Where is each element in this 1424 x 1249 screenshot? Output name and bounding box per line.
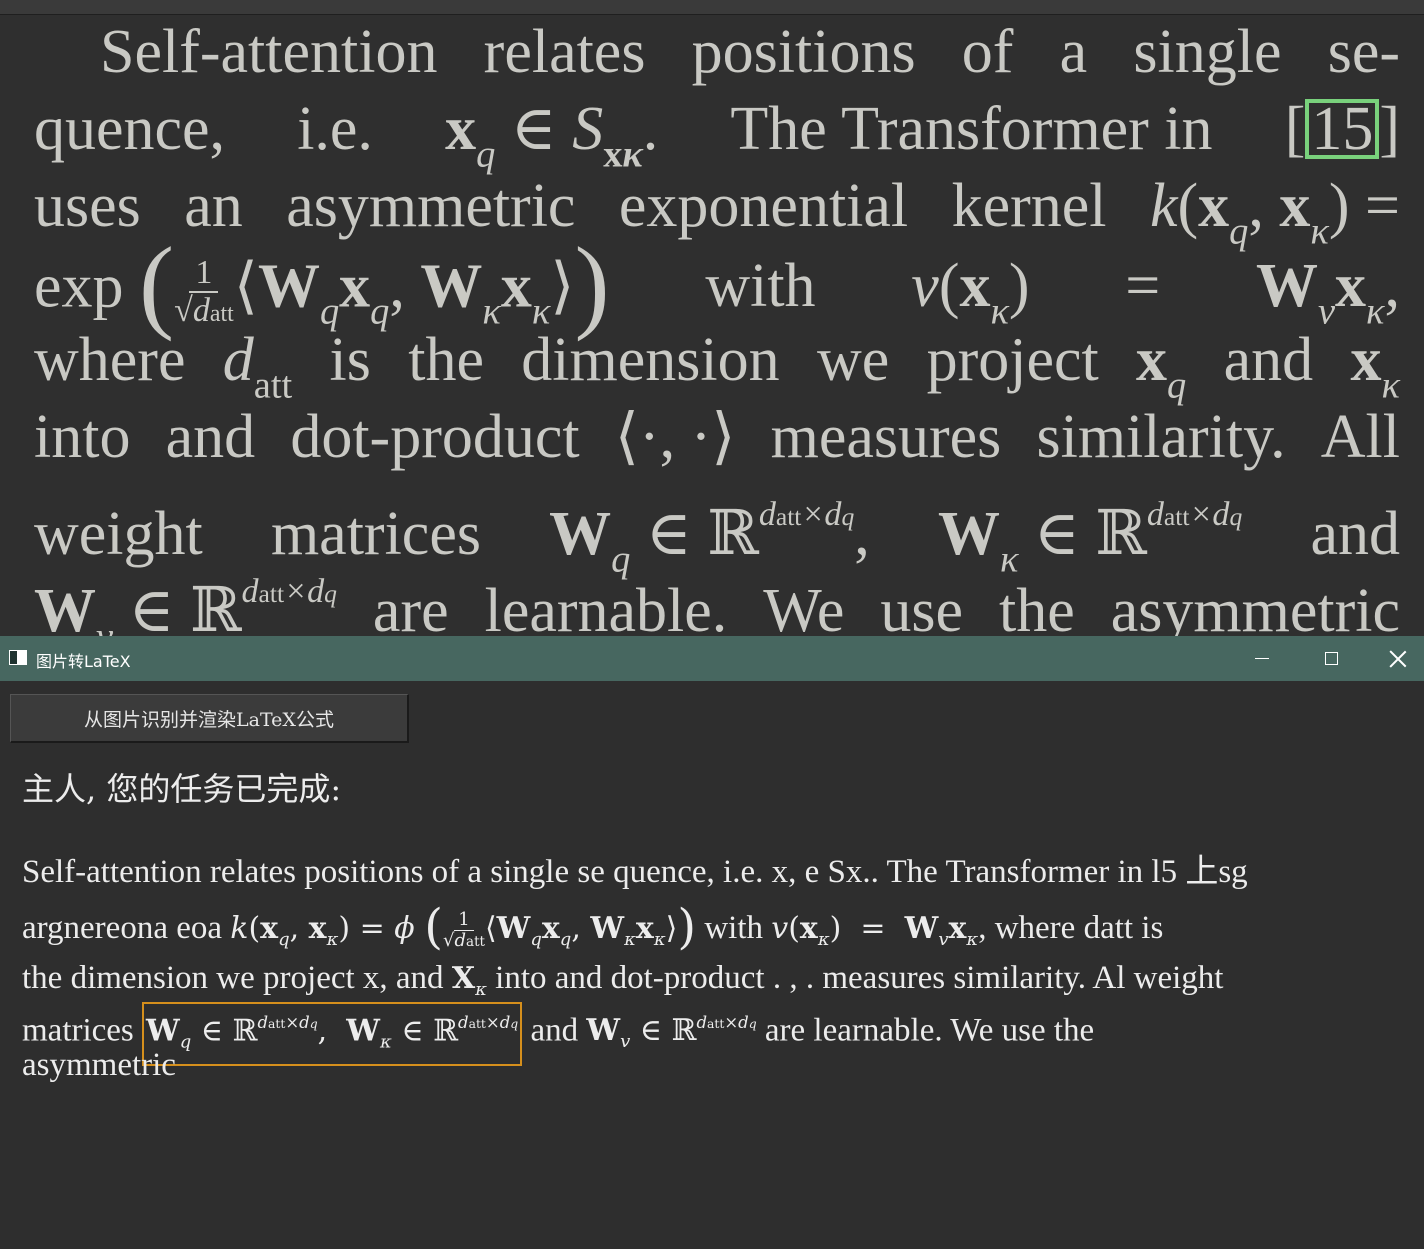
pdf-viewer: Self-attention relates positions of a si…: [0, 0, 1424, 636]
close-icon: [1389, 650, 1407, 668]
word: are: [372, 576, 449, 636]
citation-highlight-box[interactable]: 15: [1305, 98, 1380, 160]
minimize-button[interactable]: [1232, 636, 1292, 681]
recognize-latex-button[interactable]: 从图片识别并渲染LaTeX公式: [10, 694, 409, 743]
word: exponential: [618, 172, 909, 240]
result-text-span: are learnable. We use the: [764, 1012, 1095, 1049]
word: relates: [483, 18, 646, 86]
word: dimension: [521, 326, 780, 394]
maximize-button[interactable]: [1301, 636, 1361, 681]
result-line-4: matrices Wq ∈ ℝdatt×dq, Wκ ∈ ℝdatt×dq an…: [22, 1001, 1392, 1066]
word: and: [1223, 326, 1314, 394]
word: Self-attention: [100, 18, 438, 86]
paper-line-2: quence, i.e. xq ∈ Sxκ. The Transformer i…: [34, 91, 1400, 175]
word: asymmetric: [286, 172, 576, 240]
app-window-icon: [9, 650, 27, 665]
result-heading: 主人, 您的任务已完成:: [22, 770, 342, 808]
word: use: [880, 576, 964, 636]
word: We: [763, 576, 845, 636]
math-xk-bold: Xκ: [451, 961, 487, 1001]
paper-paragraph: Self-attention relates positions of a si…: [34, 14, 1400, 636]
word: learnable.: [484, 576, 728, 636]
word: the: [999, 576, 1075, 636]
result-line-2: argnereona eoa k(xq, xκ) = ϕ (1 √datt ⟨Wqx…: [22, 898, 1392, 956]
phrase: The Transformer in: [730, 95, 1213, 163]
latex-app-window: 图片转LaTeX 从图片识别并渲染LaTeX公式 主人, 您的任务已完成: Se…: [0, 636, 1424, 1249]
word: a: [1059, 18, 1088, 86]
word: All: [1320, 403, 1400, 471]
result-text-span: with: [704, 910, 763, 947]
paper-line-1: Self-attention relates positions of a si…: [34, 14, 1400, 91]
word: an: [184, 172, 243, 240]
result-text-span: argnereona eoa: [22, 910, 223, 947]
formula-highlight-box[interactable]: Wq ∈ ℝdatt×dq, Wκ ∈ ℝdatt×dq: [142, 1002, 523, 1066]
math-inner-product: ⟨·, ·⟩: [614, 403, 736, 471]
paper-line-3: uses an asymmetric exponential kernel k(…: [34, 168, 1400, 252]
word: se-: [1327, 18, 1400, 86]
word: the: [408, 326, 484, 394]
word: and: [165, 403, 256, 471]
citation-ref[interactable]: [15]: [1285, 91, 1400, 168]
word: with: [705, 252, 816, 321]
exp-label: exp: [34, 252, 124, 321]
word: measures: [770, 403, 1002, 471]
result-text-span: matrices: [22, 1012, 134, 1049]
paper-line-6: into and dot-product ⟨·, ·⟩ measures sim…: [34, 399, 1400, 476]
result-text-span: , where datt is: [978, 910, 1164, 947]
word: into: [34, 403, 131, 471]
word: and: [1310, 499, 1400, 568]
result-text-span: and: [530, 1012, 579, 1049]
math-wv-real-result: Wv ∈ ℝdatt×dq: [586, 1013, 757, 1053]
word: where: [34, 326, 186, 394]
result-line-1: Self-attention relates positions of a si…: [22, 854, 1248, 890]
result-text-span: the dimension we project x, and: [22, 960, 444, 996]
math-value-eq: v(xκ) = Wvxκ: [771, 911, 979, 951]
word: single: [1133, 18, 1282, 86]
maximize-icon: [1324, 652, 1338, 665]
window-title: 图片转LaTeX: [36, 652, 131, 671]
word: dot-product: [290, 403, 580, 471]
word: i.e.: [297, 95, 373, 163]
word: kernel: [951, 172, 1107, 240]
word: quence,: [34, 95, 226, 163]
close-button[interactable]: [1372, 636, 1424, 681]
word: we: [816, 326, 890, 394]
word: similarity.: [1036, 403, 1286, 471]
rendered-result: Self-attention relates positions of a si…: [22, 846, 1392, 1087]
paper-line-7: weight matrices Wq ∈ ℝdatt×dq, Wκ ∈ ℝdat…: [34, 476, 1400, 580]
word: asymmetric: [1110, 576, 1400, 636]
math-wv-real: Wv ∈ ℝdatt×dq: [34, 573, 337, 636]
math-equals: =: [1125, 252, 1161, 321]
viewer-top-bar: [0, 0, 1424, 15]
word: is: [329, 326, 371, 394]
word: of: [961, 18, 1014, 86]
word: project: [926, 326, 1099, 394]
result-line-3: the dimension we project x, and Xκ into …: [22, 956, 1392, 1001]
math-kernel-phi: k(xq, xκ) = ϕ (1 √datt ⟨Wqxq, Wκxκ⟩): [230, 899, 697, 955]
word: uses: [34, 172, 141, 240]
result-text-span: into and dot-product . , . measures simi…: [495, 960, 1224, 996]
title-bar[interactable]: 图片转LaTeX: [0, 636, 1424, 681]
paper-line-5: where datt is the dimension we project x…: [34, 322, 1400, 406]
word: positions: [691, 18, 916, 86]
minimize-icon: [1255, 657, 1269, 660]
